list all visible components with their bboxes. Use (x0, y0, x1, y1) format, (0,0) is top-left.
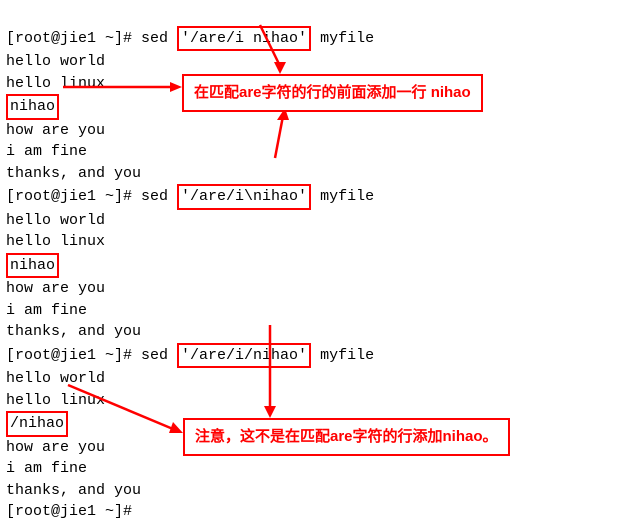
result-slashnihao: /nihao (6, 411, 68, 437)
prompt-line-1: [root@jie1 ~]# sed '/are/i nihao' myfile (6, 30, 374, 47)
out-line: how are you (6, 122, 105, 139)
callout-explain-2: 注意，这不是在匹配are字符的行添加nihao。 (183, 418, 510, 456)
out-line: i am fine (6, 460, 87, 477)
arrow-1 (250, 22, 300, 77)
out-line: i am fine (6, 143, 87, 160)
cmd-arg-3: '/are/i/nihao' (177, 343, 311, 369)
callout-explain-1: 在匹配are字符的行的前面添加一行 nihao (182, 74, 483, 112)
out-line: i am fine (6, 302, 87, 319)
out-line: hello linux (6, 233, 105, 250)
prompt-line-4: [root@jie1 ~]# (6, 503, 141, 520)
arrow-4 (250, 322, 290, 420)
out-line: hello world (6, 53, 105, 70)
prompt-line-3: [root@jie1 ~]# sed '/are/i/nihao' myfile (6, 347, 374, 364)
out-line: how are you (6, 439, 105, 456)
arrow-2 (60, 79, 185, 95)
arrow-5 (65, 377, 187, 437)
result-nihao-1: nihao (6, 94, 59, 120)
out-line: hello world (6, 212, 105, 229)
cmd-arg-2: '/are/i\nihao' (177, 184, 311, 210)
out-line: how are you (6, 280, 105, 297)
arrow-3 (255, 106, 295, 161)
result-nihao-2: nihao (6, 253, 59, 279)
out-line: thanks, and you (6, 165, 141, 182)
prompt-line-2: [root@jie1 ~]# sed '/are/i\nihao' myfile (6, 188, 374, 205)
out-line: thanks, and you (6, 482, 141, 499)
out-line: thanks, and you (6, 323, 141, 340)
